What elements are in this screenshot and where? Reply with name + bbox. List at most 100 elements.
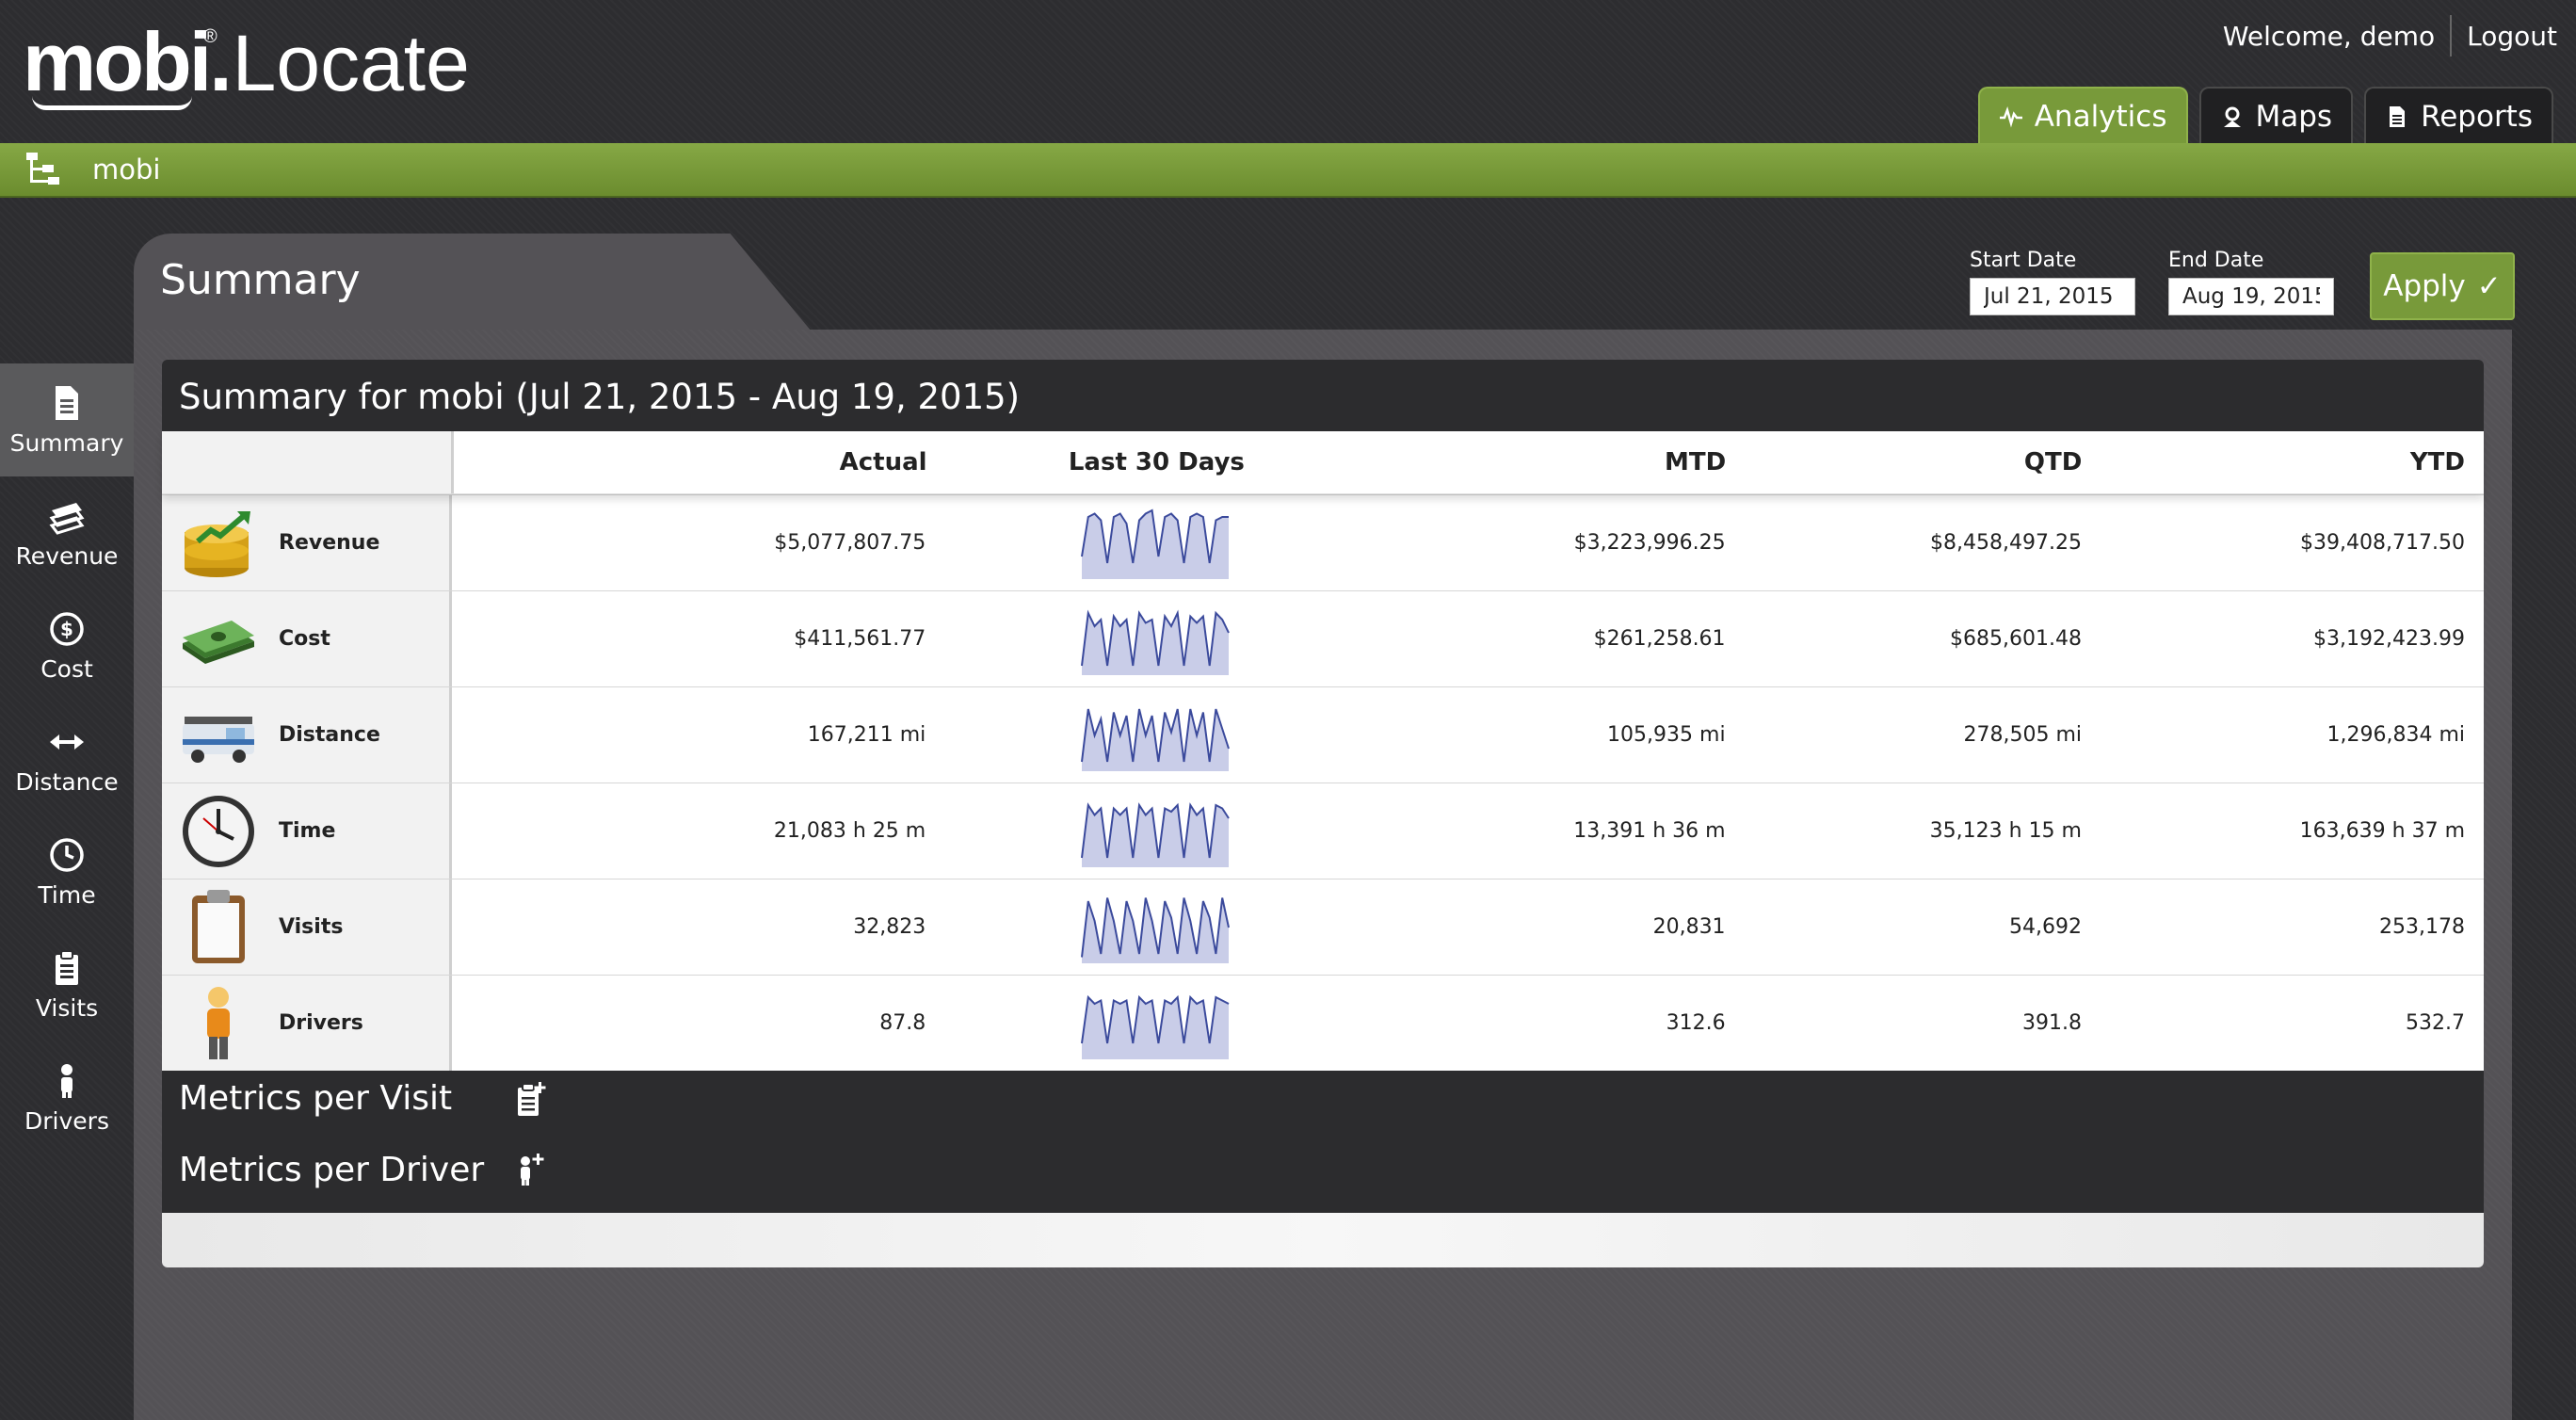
coins-icon — [185, 510, 250, 577]
metrics-per-driver-section[interactable]: Metrics per Driver — [179, 1151, 544, 1189]
sidebar-item-revenue[interactable]: Revenue — [0, 476, 134, 589]
sparkline-chart — [1081, 994, 1230, 1059]
start-date-input[interactable] — [1970, 278, 2135, 315]
dollar-circle-icon: $ — [50, 611, 84, 646]
metrics-per-visit-label: Metrics per Visit — [179, 1079, 453, 1118]
end-date-group: End Date — [2168, 249, 2334, 315]
cell-actual: 87.8 — [879, 1011, 926, 1035]
summary-table: Actual Last 30 Days MTD QTD YTD Revenue … — [162, 431, 2484, 1071]
sidebar-item-drivers[interactable]: Drivers — [0, 1041, 134, 1154]
row-label: Visits — [279, 915, 344, 939]
tab-maps[interactable]: Maps — [2198, 87, 2354, 145]
sidebar-item-summary[interactable]: Summary — [0, 363, 134, 476]
cell-actual: 167,211 mi — [807, 723, 926, 747]
row-label: Time — [279, 819, 336, 843]
sidebar-item-time[interactable]: Time — [0, 815, 134, 928]
row-label-cell: Drivers — [162, 976, 452, 1071]
sidebar-item-visits[interactable]: Visits — [0, 928, 134, 1041]
table-row: Time 21,083 h 25 m 13,391 h 36 m 35,123 … — [162, 783, 2484, 879]
sparkline-cell — [944, 495, 1366, 590]
add-clipboard-icon[interactable] — [514, 1080, 548, 1118]
table-row: Revenue $5,077,807.75 $3,223,996.25 $8,4… — [162, 494, 2484, 590]
header-qtd: QTD — [2023, 448, 2083, 476]
row-label-cell: Cost — [162, 591, 452, 686]
driver-figure-icon — [207, 986, 230, 1059]
cell-ytd: 163,639 h 37 m — [2299, 819, 2465, 843]
cell-qtd: 391.8 — [2022, 1011, 2082, 1035]
card-footer — [162, 1213, 2484, 1267]
header-ytd: YTD — [2409, 448, 2465, 476]
summary-card: Summary for mobi (Jul 21, 2015 - Aug 19,… — [162, 360, 2484, 1267]
cell-ytd: 532.7 — [2406, 1011, 2465, 1035]
sidebar-nav: Summary Revenue $ Cost Distance Time Vis… — [0, 363, 134, 1154]
cell-ytd: 253,178 — [2379, 915, 2465, 939]
row-label: Drivers — [279, 1011, 363, 1035]
cell-mtd: 312.6 — [1666, 1011, 1726, 1035]
logo-underline — [32, 96, 192, 110]
cell-qtd: 278,505 mi — [1963, 723, 2082, 747]
clipboard-board-icon — [192, 889, 245, 963]
clipboard-icon — [56, 949, 78, 985]
cell-mtd: 13,391 h 36 m — [1573, 819, 1726, 843]
header-mtd: MTD — [1664, 448, 1727, 476]
header-last-30-days: Last 30 Days — [1068, 448, 1245, 476]
svg-text:$: $ — [60, 618, 73, 640]
sidebar-item-distance[interactable]: Distance — [0, 702, 134, 815]
cell-qtd: 35,123 h 15 m — [1929, 819, 2082, 843]
org-tree-icon[interactable] — [24, 151, 62, 188]
table-row: Cost $411,561.77 $261,258.61 $685,601.48… — [162, 590, 2484, 686]
add-person-icon[interactable] — [514, 1152, 548, 1189]
sparkline-chart — [1081, 801, 1231, 867]
sidebar-item-cost[interactable]: $ Cost — [0, 589, 134, 702]
sparkline-cell — [944, 976, 1366, 1071]
cell-mtd: $261,258.61 — [1593, 627, 1726, 651]
logout-link[interactable]: Logout — [2467, 21, 2557, 52]
map-pin-icon — [2223, 106, 2241, 127]
cell-actual: 32,823 — [853, 915, 926, 939]
sparkline-chart — [1081, 608, 1231, 675]
sparkline-chart — [1081, 896, 1231, 963]
cell-ytd: $39,408,717.50 — [2300, 531, 2465, 555]
tab-reports[interactable]: Reports — [2364, 87, 2553, 145]
money-stack-icon — [49, 502, 85, 535]
cell-actual: $411,561.77 — [794, 627, 926, 651]
end-date-label: End Date — [2168, 249, 2264, 272]
row-label-cell: Distance — [162, 687, 452, 783]
double-arrow-icon — [50, 734, 84, 750]
start-date-label: Start Date — [1970, 249, 2077, 272]
org-name[interactable]: mobi — [92, 153, 160, 186]
end-date-input[interactable] — [2168, 278, 2334, 315]
summary-title: Summary for mobi (Jul 21, 2015 - Aug 19,… — [179, 377, 1021, 417]
document-icon — [2390, 106, 2406, 127]
cash-icon — [183, 620, 254, 664]
divider — [2450, 15, 2453, 56]
van-icon — [183, 716, 254, 763]
sparkline-chart — [1081, 508, 1230, 579]
metrics-per-visit-section[interactable]: Metrics per Visit — [179, 1079, 546, 1118]
user-bar: Welcome, demo Logout — [2223, 15, 2557, 56]
sparkline-cell — [944, 687, 1366, 783]
table-row: Visits 32,823 20,831 54,692 253,178 — [162, 879, 2484, 975]
cell-ytd: $3,192,423.99 — [2313, 627, 2465, 651]
main-tabs: Analytics Maps Reports — [1977, 87, 2553, 145]
pulse-icon — [1999, 106, 2022, 128]
person-icon — [61, 1063, 72, 1098]
row-label-cell: Time — [162, 783, 452, 879]
tab-analytics[interactable]: Analytics — [1977, 87, 2188, 145]
header-actual: Actual — [839, 448, 927, 476]
cell-mtd: 20,831 — [1652, 915, 1726, 939]
checkmark-icon: ✓ — [2476, 269, 2502, 303]
sparkline-cell — [944, 783, 1366, 879]
table-row: Drivers 87.8 312.6 391.8 532.7 — [162, 975, 2484, 1071]
page-title: Summary — [160, 256, 361, 304]
apply-button[interactable]: Apply ✓ — [2370, 252, 2515, 320]
row-label: Revenue — [279, 531, 380, 555]
sparkline-cell — [944, 879, 1366, 975]
app-header: mobi. Locate ® Welcome, demo Logout Analy… — [0, 0, 2576, 145]
row-label-cell: Visits — [162, 879, 452, 975]
cell-actual: 21,083 h 25 m — [773, 819, 926, 843]
table-row: Distance 167,211 mi 105,935 mi 278,505 m… — [162, 686, 2484, 783]
clock-icon — [50, 837, 84, 872]
cell-mtd: 105,935 mi — [1607, 723, 1726, 747]
cell-actual: $5,077,807.75 — [774, 531, 926, 555]
